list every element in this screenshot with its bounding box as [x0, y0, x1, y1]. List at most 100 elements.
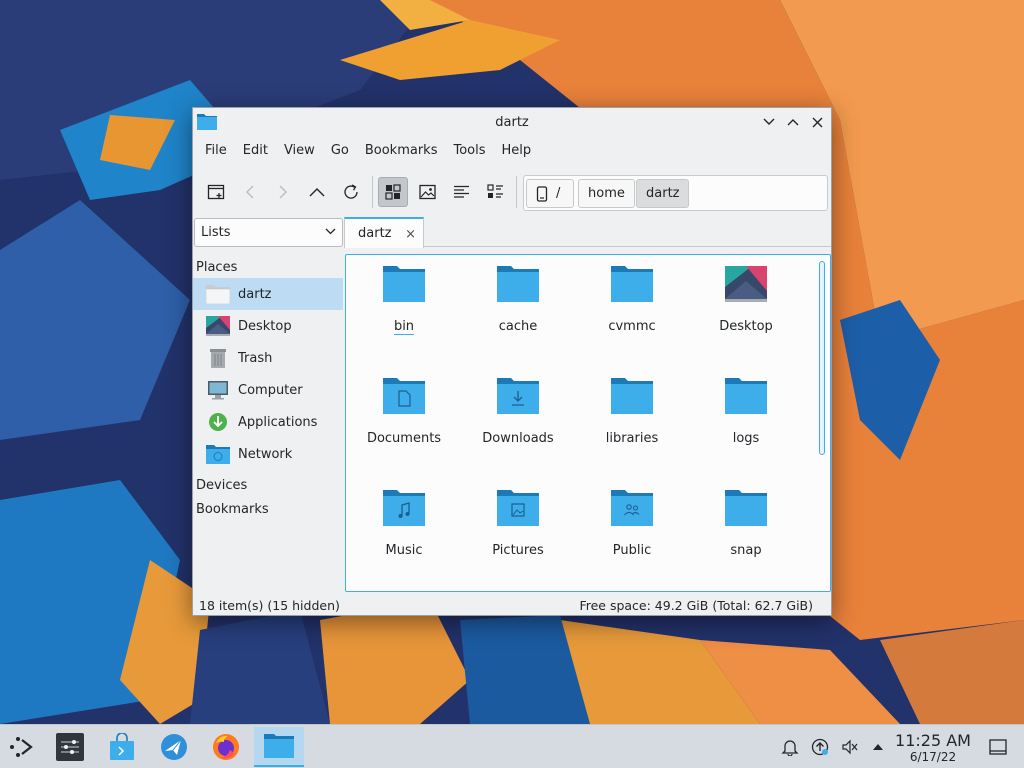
- digital-clock[interactable]: 11:25 AM 6/17/22: [892, 732, 974, 765]
- app-launcher-button[interactable]: [2, 727, 42, 767]
- file-item-cvmmc[interactable]: cvmmc: [582, 263, 682, 334]
- notifications-tray-button[interactable]: [780, 737, 800, 757]
- menu-edit[interactable]: Edit: [235, 140, 276, 164]
- file-item-pictures[interactable]: Pictures: [468, 487, 568, 558]
- file-name: snap: [730, 543, 762, 558]
- chevron-down-icon: [763, 118, 775, 125]
- file-item-documents[interactable]: Documents: [354, 375, 454, 446]
- up-button[interactable]: [302, 177, 332, 207]
- discover-button[interactable]: [102, 727, 142, 767]
- file-view[interactable]: bin cache cvmmc Desktop Documents Downlo…: [345, 254, 831, 592]
- menu-file[interactable]: File: [197, 140, 235, 164]
- panel-select[interactable]: Lists: [194, 218, 343, 247]
- triangle-up-icon: [873, 744, 883, 750]
- menu-help[interactable]: Help: [494, 140, 540, 164]
- chevron-down-icon: [325, 228, 336, 235]
- close-button[interactable]: [807, 112, 827, 132]
- dolphin-window: dartz File Edit View Go Bookmarks Tools …: [192, 107, 832, 616]
- split-view-button[interactable]: [480, 177, 510, 207]
- item-count: 18 item(s) (15 hidden): [199, 598, 340, 613]
- clock-date: 6/17/22: [909, 750, 957, 764]
- breadcrumb-home[interactable]: home: [578, 179, 635, 208]
- forward-button[interactable]: [268, 177, 298, 207]
- network-browser-button[interactable]: [154, 727, 194, 767]
- taskbar: 11:25 AM 6/17/22: [0, 724, 1024, 768]
- menu-bookmarks[interactable]: Bookmarks: [357, 140, 446, 164]
- place-item-desktop[interactable]: Desktop: [193, 310, 343, 342]
- file-item-logs[interactable]: logs: [696, 375, 796, 446]
- place-item-trash[interactable]: Trash: [193, 342, 343, 374]
- reload-button[interactable]: [336, 177, 366, 207]
- place-item-label: Trash: [238, 350, 273, 366]
- applications-icon: [206, 411, 230, 433]
- devices-heading[interactable]: Devices: [193, 474, 343, 496]
- chevron-up-icon: [787, 119, 799, 126]
- arrow-right-icon: [279, 185, 287, 199]
- title-bar[interactable]: dartz: [193, 108, 831, 136]
- folder-icon: [725, 378, 767, 414]
- place-item-dartz[interactable]: dartz: [193, 278, 343, 310]
- close-icon[interactable]: ×: [405, 227, 416, 242]
- file-name: bin: [393, 319, 415, 335]
- menu-view[interactable]: View: [276, 140, 323, 164]
- tray-expand-button[interactable]: [868, 737, 888, 757]
- file-item-snap[interactable]: snap: [696, 487, 796, 558]
- preview-button[interactable]: [412, 177, 442, 207]
- tab-dartz[interactable]: dartz ×: [344, 217, 424, 248]
- details-view-button[interactable]: [446, 177, 476, 207]
- toolbar: / home dartz: [193, 172, 831, 212]
- volume-tray-button[interactable]: [840, 737, 860, 757]
- desktop-icon: [206, 315, 230, 337]
- firefox-button[interactable]: [206, 727, 246, 767]
- file-name: Pictures: [492, 543, 544, 558]
- reload-icon: [344, 184, 358, 199]
- close-icon: [812, 117, 822, 127]
- menu-go[interactable]: Go: [323, 140, 357, 164]
- maximize-button[interactable]: [783, 112, 803, 132]
- bookmarks-heading[interactable]: Bookmarks: [193, 498, 343, 520]
- folder-icon: [725, 490, 767, 526]
- breadcrumb-root-label: /: [556, 186, 561, 201]
- tab-label: dartz: [358, 226, 392, 241]
- settings-sliders-icon: [56, 733, 84, 761]
- vertical-scrollbar[interactable]: [819, 261, 825, 455]
- toolbar-separator: [372, 176, 373, 208]
- file-name: Documents: [366, 431, 442, 446]
- network-icon: [206, 443, 230, 465]
- new-window-button[interactable]: [201, 177, 231, 207]
- updates-tray-button[interactable]: [810, 737, 830, 757]
- place-item-computer[interactable]: Computer: [193, 374, 343, 406]
- back-button[interactable]: [235, 177, 265, 207]
- free-space: Free space: 49.2 GiB (Total: 62.7 GiB): [579, 598, 813, 613]
- file-item-bin[interactable]: bin: [354, 263, 454, 335]
- arrow-up-icon: [309, 188, 325, 197]
- desktop-icon: [725, 266, 767, 302]
- file-item-cache[interactable]: cache: [468, 263, 568, 334]
- place-item-applications[interactable]: Applications: [193, 406, 343, 438]
- file-item-downloads[interactable]: Downloads: [468, 375, 568, 446]
- system-settings-button[interactable]: [50, 727, 90, 767]
- location-bar[interactable]: / home dartz: [523, 175, 828, 211]
- show-desktop-button[interactable]: [988, 737, 1008, 757]
- menu-tools[interactable]: Tools: [445, 140, 493, 164]
- grid-icon: [385, 184, 401, 200]
- new-window-icon: [207, 184, 225, 200]
- show-desktop-icon: [989, 739, 1007, 755]
- folder-documents-icon: [383, 378, 425, 414]
- place-item-network[interactable]: Network: [193, 438, 343, 470]
- text-lines-icon: [453, 185, 469, 198]
- breadcrumb-root[interactable]: /: [526, 179, 574, 208]
- file-item-desktop[interactable]: Desktop: [696, 263, 796, 334]
- breadcrumb-dartz-label: dartz: [646, 186, 680, 201]
- places-heading: Places: [196, 259, 238, 275]
- file-item-public[interactable]: Public: [582, 487, 682, 558]
- update-icon: [811, 738, 829, 756]
- launcher-icon: [10, 737, 33, 757]
- dolphin-task-button[interactable]: [254, 727, 304, 767]
- file-item-music[interactable]: Music: [354, 487, 454, 558]
- folder-downloads-icon: [497, 378, 539, 414]
- file-item-libraries[interactable]: libraries: [582, 375, 682, 446]
- minimize-button[interactable]: [759, 112, 779, 132]
- breadcrumb-dartz[interactable]: dartz: [636, 179, 690, 208]
- icons-view-button[interactable]: [378, 177, 408, 207]
